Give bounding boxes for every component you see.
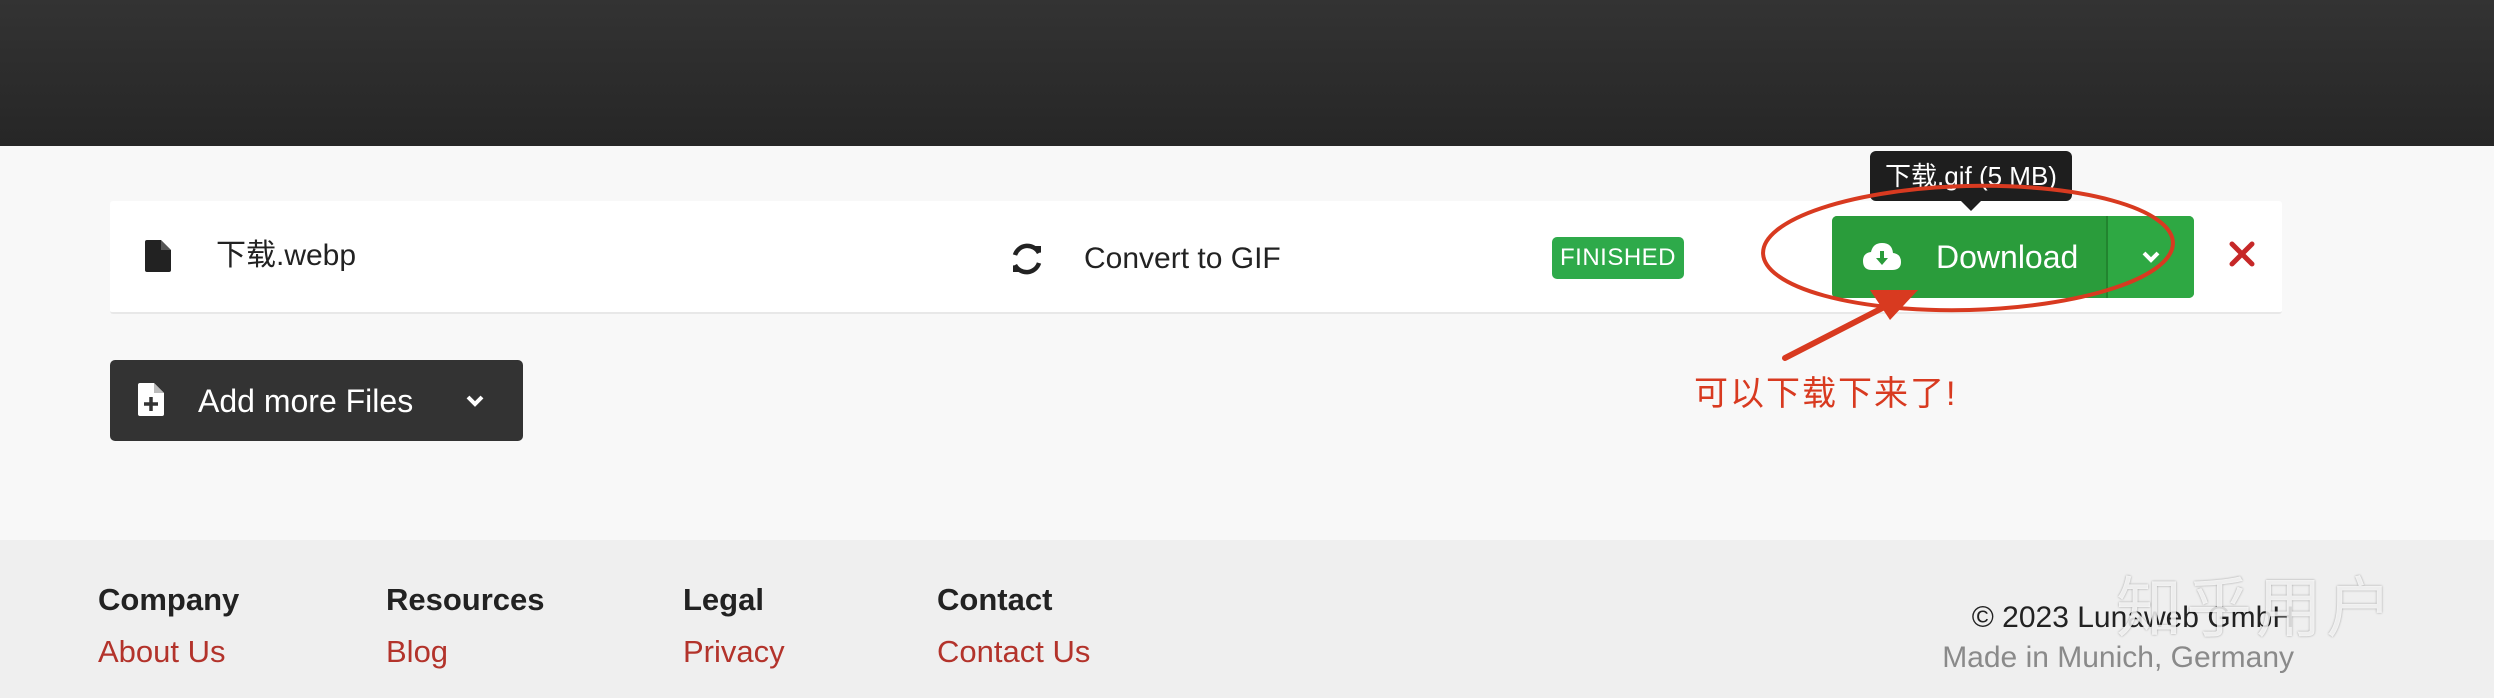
footer-link-about-us[interactable]: About Us (98, 632, 239, 672)
download-button[interactable]: Download (1832, 216, 2108, 298)
download-tooltip: 下载.gif (5 MB) (1870, 151, 2072, 201)
footer-column-resources: Resources Blog (386, 580, 545, 672)
cloud-download-icon (1863, 243, 1901, 270)
file-plus-icon (138, 383, 164, 416)
download-label: Download (1936, 239, 2079, 275)
chevron-down-icon (466, 395, 484, 407)
footer-column-legal: Legal Privacy (683, 580, 785, 672)
footer-heading: Resources (386, 582, 545, 617)
file-name: 下载.webp (216, 239, 357, 272)
add-more-files-label: Add more Files (198, 383, 414, 419)
annotation-text: 可以下载下来了! (1694, 375, 1958, 413)
convert-target-label[interactable]: Convert to GIF (1084, 239, 1281, 279)
footer-link-contact-us[interactable]: Contact Us (937, 632, 1090, 672)
download-button-group: Download (1832, 216, 2194, 298)
footer-link-privacy[interactable]: Privacy (683, 632, 785, 672)
footer-heading: Legal (683, 582, 764, 617)
watermark: 知乎用户 (2116, 571, 2396, 645)
footer-column-company: Company About Us (98, 580, 239, 672)
tooltip-arrow (1960, 200, 1982, 211)
footer-column-contact: Contact Contact Us (937, 580, 1090, 672)
file-icon (145, 240, 171, 272)
footer-link-blog[interactable]: Blog (386, 632, 545, 672)
status-badge: FINISHED (1552, 237, 1684, 279)
footer-heading: Company (98, 582, 240, 617)
download-options-toggle[interactable] (2108, 216, 2194, 298)
add-more-files-button[interactable]: Add more Files (110, 360, 523, 441)
convert-icon[interactable] (1010, 242, 1044, 276)
top-header-bar (0, 0, 2494, 146)
footer-heading: Contact (937, 582, 1053, 617)
chevron-down-icon (2142, 251, 2160, 263)
close-icon[interactable] (2228, 240, 2256, 268)
